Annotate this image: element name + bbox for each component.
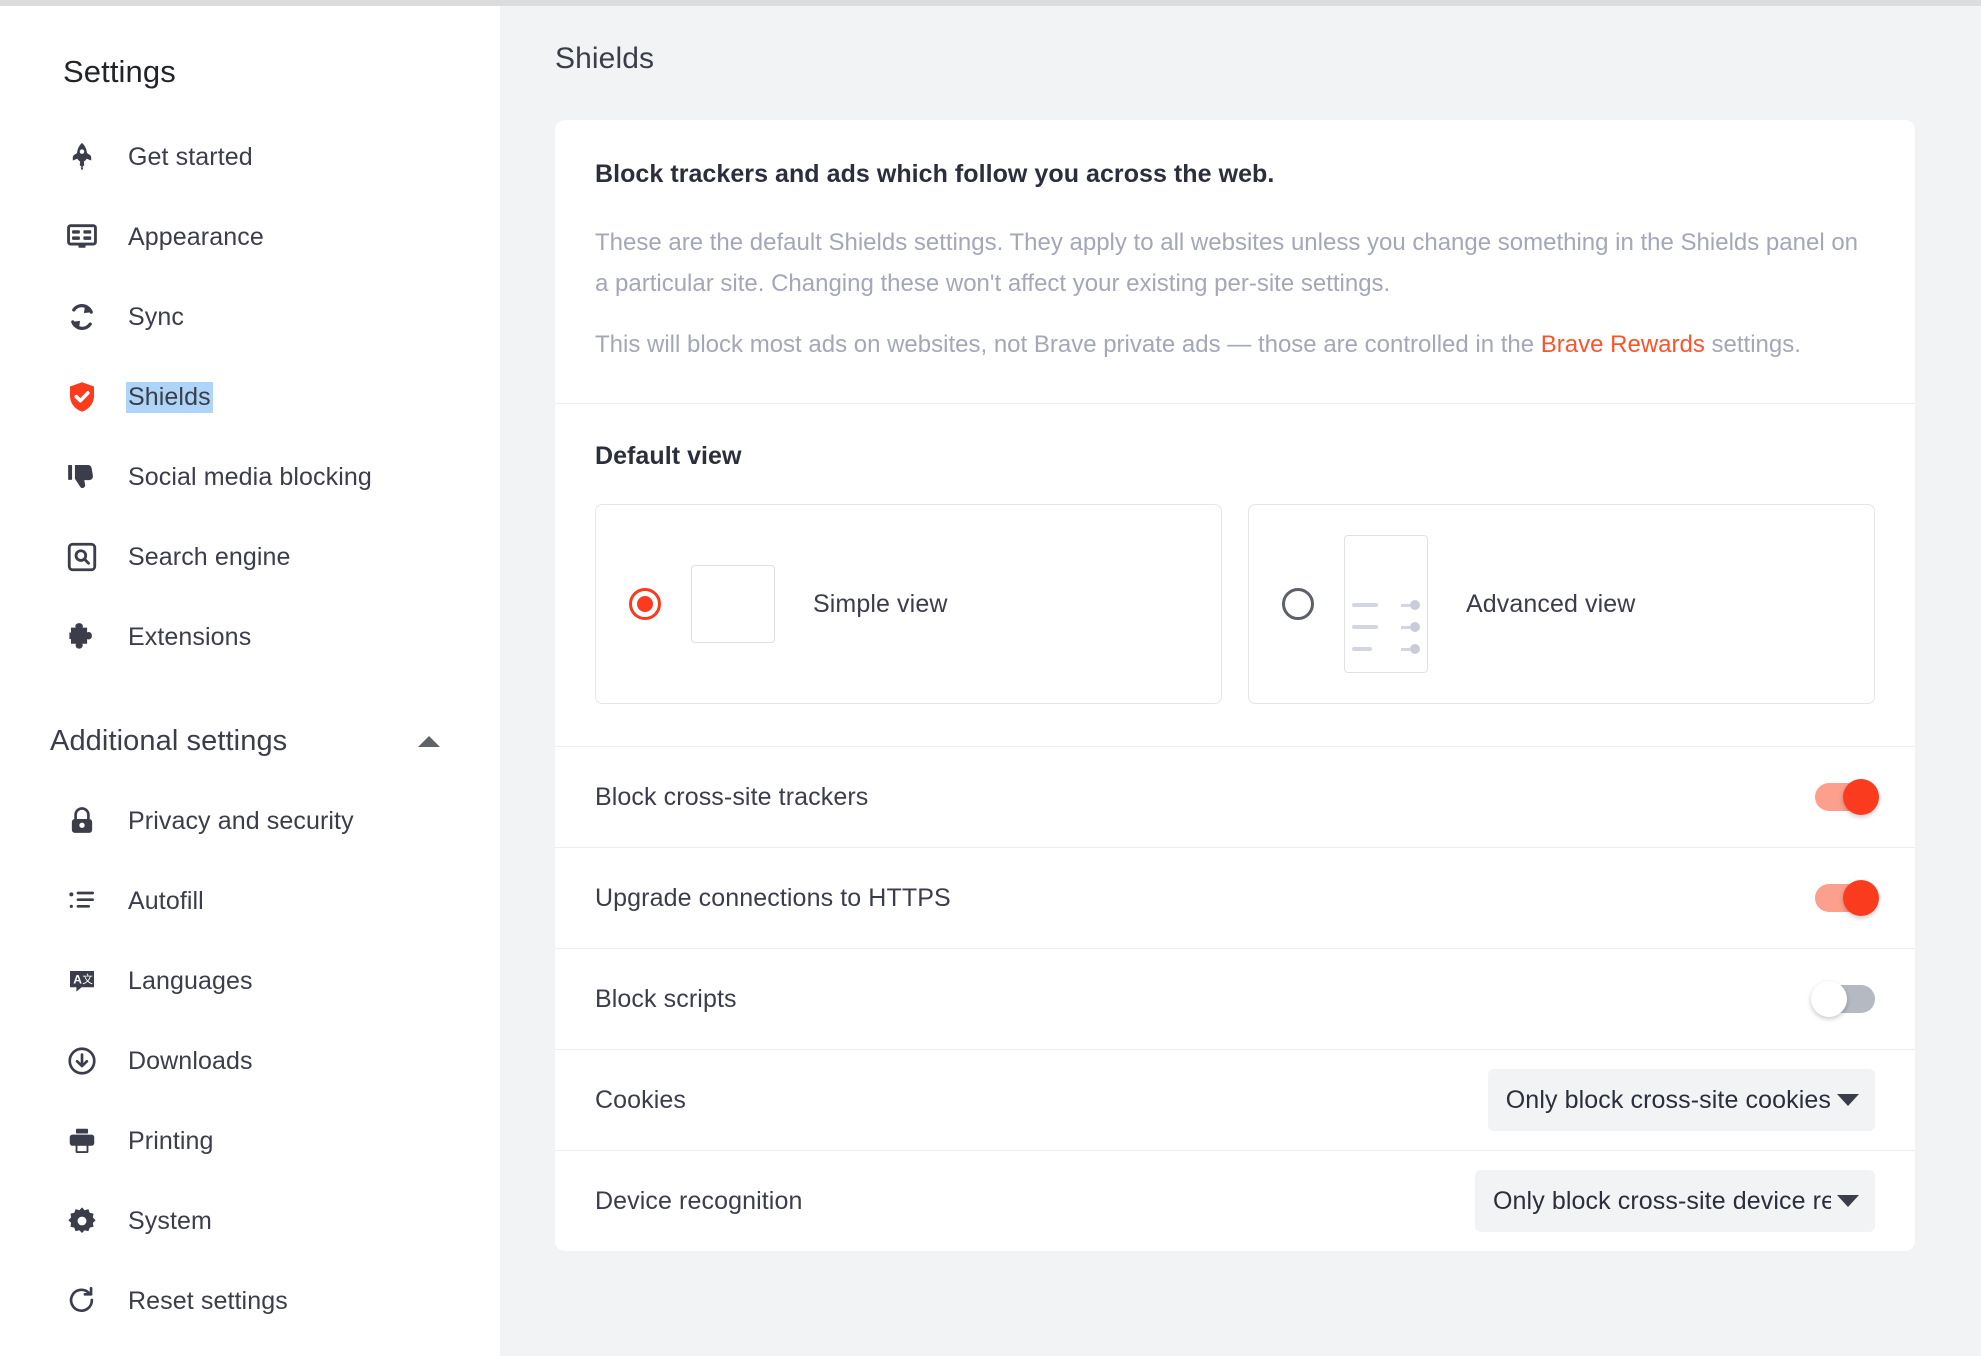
sidebar-item-languages[interactable]: A 文 Languages	[0, 941, 500, 1021]
setting-label: Cookies	[595, 1085, 687, 1114]
sidebar-item-label: Social media blocking	[128, 462, 372, 491]
languages-icon: A 文	[62, 961, 102, 1001]
intro-paragraph-2: This will block most ads on websites, no…	[595, 324, 1875, 365]
setting-row-device-recognition: Device recognition Only block cross-site…	[555, 1151, 1915, 1251]
printer-icon	[62, 1121, 102, 1161]
dropdown-device-recognition[interactable]: Only block cross-site device recognition	[1475, 1170, 1875, 1232]
shield-icon	[62, 377, 102, 417]
sidebar-item-label: Search engine	[128, 542, 291, 571]
lock-icon	[62, 801, 102, 841]
chevron-down-icon	[1837, 1195, 1859, 1207]
setting-label: Block cross-site trackers	[595, 782, 869, 811]
default-view-heading: Default view	[595, 442, 742, 470]
sidebar-item-search-engine[interactable]: Search engine	[0, 517, 500, 597]
default-view-option-label: Simple view	[813, 589, 948, 618]
settings-page: Settings Get started Appearance Sync Shi…	[0, 0, 1981, 1356]
sidebar-item-get-started[interactable]: Get started	[0, 117, 500, 197]
sidebar-item-label: Privacy and security	[128, 806, 354, 835]
dropdown-cookies[interactable]: Only block cross-site cookies	[1487, 1069, 1875, 1131]
puzzle-icon	[62, 617, 102, 657]
toggle-upgrade-connections-to-https[interactable]	[1815, 880, 1879, 916]
setting-label: Block scripts	[595, 984, 737, 1013]
setting-row-block-scripts: Block scripts	[555, 949, 1915, 1049]
main-content: Shields Block trackers and ads which fol…	[500, 0, 1981, 1356]
chevron-down-icon	[1837, 1094, 1859, 1106]
default-view-option-advanced[interactable]: Advanced view	[1248, 504, 1875, 704]
sidebar-item-label: Shields	[126, 381, 213, 413]
sidebar-item-system[interactable]: System	[0, 1181, 500, 1261]
sidebar-item-label: Printing	[128, 1126, 214, 1155]
default-view-option-simple[interactable]: Simple view	[595, 504, 1222, 704]
default-view-section: Default view Simple view Advanced view	[555, 404, 1915, 746]
toggle-block-scripts[interactable]	[1811, 981, 1875, 1017]
sidebar-item-sync[interactable]: Sync	[0, 277, 500, 357]
sidebar-item-downloads[interactable]: Downloads	[0, 1021, 500, 1101]
sidebar-item-social-media-blocking[interactable]: Social media blocking	[0, 437, 500, 517]
setting-label: Upgrade connections to HTTPS	[595, 883, 951, 912]
intro-paragraph-2-before: This will block most ads on websites, no…	[595, 331, 1541, 358]
sidebar-item-appearance[interactable]: Appearance	[0, 197, 500, 277]
toggle-block-cross-site-trackers[interactable]	[1815, 779, 1879, 815]
reset-icon	[62, 1281, 102, 1321]
sidebar-item-label: System	[128, 1206, 212, 1235]
sidebar-nav: Get started Appearance Sync Shields Soci…	[0, 117, 500, 677]
default-view-option-label: Advanced view	[1466, 589, 1636, 618]
sidebar-item-label: Appearance	[128, 222, 264, 251]
advanced-view-thumbnail	[1344, 535, 1428, 673]
rocket-icon	[62, 137, 102, 177]
sidebar-item-printing[interactable]: Printing	[0, 1101, 500, 1181]
sidebar-item-label: Downloads	[128, 1046, 253, 1075]
setting-row-upgrade-connections-to-https: Upgrade connections to HTTPS	[555, 848, 1915, 948]
sidebar-item-label: Extensions	[128, 622, 252, 651]
sidebar-item-extensions[interactable]: Extensions	[0, 597, 500, 677]
download-icon	[62, 1041, 102, 1081]
intro-section: Block trackers and ads which follow you …	[555, 120, 1915, 403]
thumbs-down-icon	[62, 457, 102, 497]
search-icon	[62, 537, 102, 577]
list-icon	[62, 881, 102, 921]
setting-label: Device recognition	[595, 1186, 803, 1215]
sidebar-item-label: Get started	[128, 142, 253, 171]
sidebar-item-label: Languages	[128, 966, 253, 995]
shields-settings-card: Block trackers and ads which follow you …	[555, 120, 1915, 1251]
svg-text:文: 文	[82, 973, 93, 986]
setting-row-block-cross-site-trackers: Block cross-site trackers	[555, 747, 1915, 847]
page-title: Shields	[555, 42, 655, 75]
sidebar: Settings Get started Appearance Sync Shi…	[0, 0, 500, 1356]
radio-simple-view[interactable]	[629, 588, 661, 620]
svg-text:A: A	[73, 973, 82, 987]
sidebar-item-autofill[interactable]: Autofill	[0, 861, 500, 941]
intro-heading: Block trackers and ads which follow you …	[595, 160, 1275, 188]
sidebar-item-label: Autofill	[128, 886, 204, 915]
appearance-icon	[62, 217, 102, 257]
chevron-up-icon[interactable]	[418, 735, 440, 747]
additional-settings-label: Additional settings	[50, 724, 288, 757]
additional-settings-nav: Privacy and security Autofill A 文 Langua…	[0, 781, 500, 1341]
brave-rewards-link[interactable]: Brave Rewards	[1541, 331, 1705, 358]
sidebar-item-privacy-and-security[interactable]: Privacy and security	[0, 781, 500, 861]
sync-icon	[62, 297, 102, 337]
dropdown-value: Only block cross-site device recognition	[1493, 1186, 1831, 1215]
window-top-strip	[0, 0, 1981, 6]
sidebar-item-label: Sync	[128, 302, 184, 331]
simple-view-thumbnail	[691, 565, 775, 643]
gear-icon	[62, 1201, 102, 1241]
intro-paragraph-2-after: settings.	[1704, 331, 1801, 358]
dropdown-value: Only block cross-site cookies	[1505, 1085, 1831, 1114]
additional-settings-header[interactable]: Additional settings	[0, 701, 500, 781]
sidebar-item-reset-settings[interactable]: Reset settings	[0, 1261, 500, 1341]
default-view-options: Simple view Advanced view	[595, 504, 1875, 704]
sidebar-title: Settings	[63, 54, 176, 89]
sidebar-item-shields[interactable]: Shields	[0, 357, 500, 437]
setting-row-cookies: Cookies Only block cross-site cookies	[555, 1050, 1915, 1150]
sidebar-item-label: Reset settings	[128, 1286, 288, 1315]
radio-advanced-view[interactable]	[1282, 588, 1314, 620]
intro-paragraph-1: These are the default Shields settings. …	[595, 229, 1859, 297]
